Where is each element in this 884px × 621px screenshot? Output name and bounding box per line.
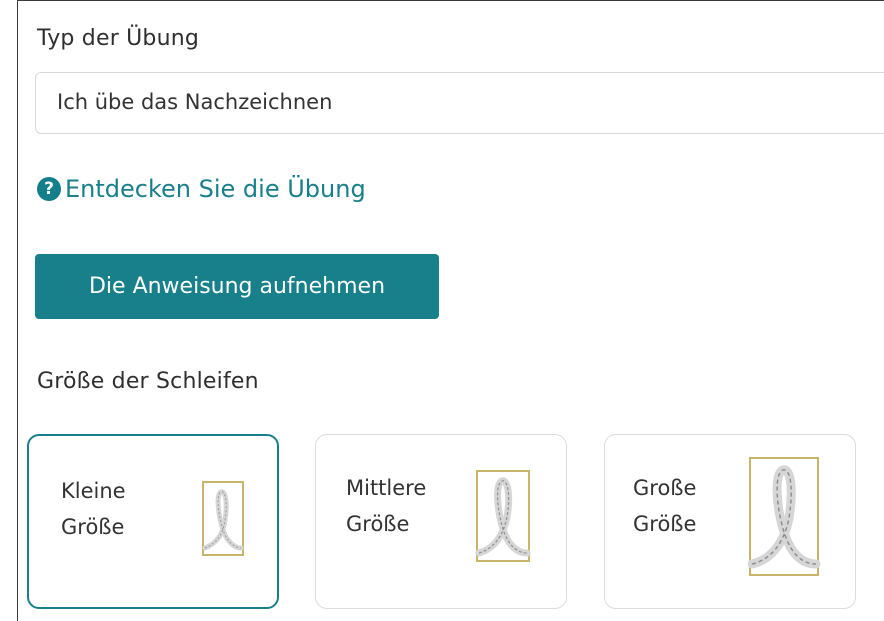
medium-loop-icon (475, 470, 531, 562)
loop-size-card-large[interactable]: Große Größe (604, 434, 856, 609)
record-instruction-button[interactable]: Die Anweisung aufnehmen (35, 254, 439, 319)
small-loop-icon (202, 481, 244, 556)
discover-exercise-link[interactable]: ? Entdecken Sie die Übung (37, 174, 366, 204)
large-loop-icon (748, 457, 821, 576)
loop-size-card-small[interactable]: Kleine Größe (27, 434, 279, 609)
loop-size-medium-line1: Mittlere (346, 476, 427, 500)
question-circle-icon: ? (37, 177, 61, 201)
loop-size-medium-line2: Größe (346, 512, 410, 536)
loop-size-large-line1: Große (633, 476, 697, 500)
loop-size-small-line2: Größe (61, 515, 125, 539)
loop-size-card-medium[interactable]: Mittlere Größe (315, 434, 567, 609)
loop-size-label: Größe der Schleifen (37, 369, 259, 394)
loop-size-large-line2: Größe (633, 512, 697, 536)
discover-exercise-label: Entdecken Sie die Übung (65, 175, 366, 203)
exercise-type-value: Ich übe das Nachzeichnen (57, 90, 333, 114)
exercise-type-label: Typ der Übung (37, 26, 200, 51)
exercise-type-select[interactable]: Ich übe das Nachzeichnen (35, 72, 884, 134)
loop-size-small-line1: Kleine (61, 479, 126, 503)
